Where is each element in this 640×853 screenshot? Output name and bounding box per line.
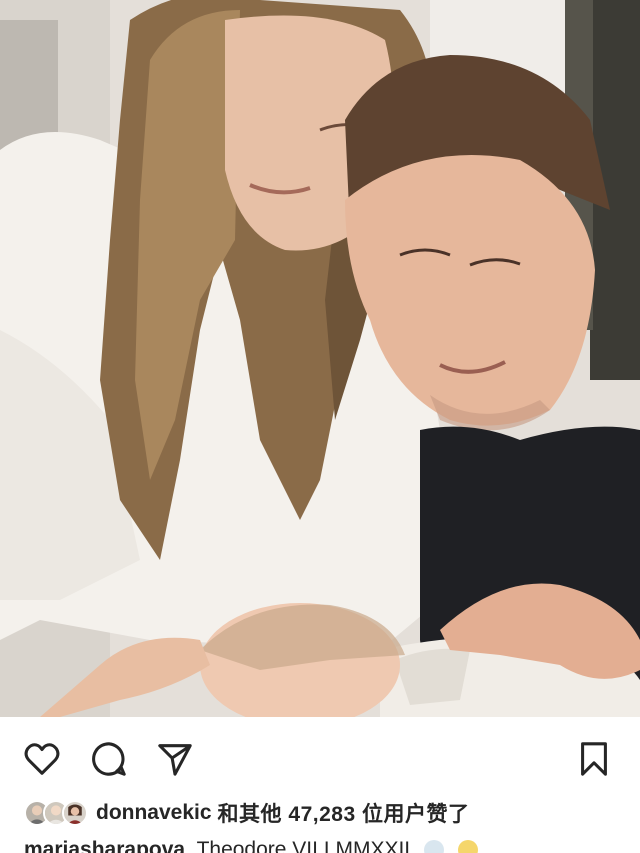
share-button[interactable] — [155, 739, 195, 779]
like-button[interactable] — [22, 739, 62, 779]
heart-icon — [24, 743, 60, 775]
post-caption: mariasharapova Theodore VII.I.MMXXII — [24, 838, 478, 853]
caption-text: Theodore VII.I.MMXXII — [196, 838, 411, 853]
liker-avatars[interactable] — [24, 800, 88, 826]
post-photo[interactable] — [0, 0, 640, 717]
baby-bottle-icon — [424, 840, 444, 853]
likes-prefix: 和其他 — [217, 803, 283, 826]
bookmark-icon — [581, 742, 607, 776]
paper-plane-icon — [158, 744, 192, 776]
comment-bubble-icon — [92, 742, 126, 776]
avatar — [62, 800, 88, 826]
caption-username[interactable]: mariasharapova — [24, 838, 185, 853]
post-photo-illustration — [0, 0, 640, 717]
likes-count: 47,283 — [288, 803, 356, 826]
action-bar — [0, 717, 640, 797]
likes-row: donnavekic 和其他 47,283 位用户赞了 — [24, 797, 469, 829]
likes-suffix: 位用户赞了 — [361, 803, 470, 826]
likes-summary[interactable]: 和其他 47,283 位用户赞了 — [218, 798, 470, 828]
save-button[interactable] — [574, 739, 614, 779]
liker-username[interactable]: donnavekic — [96, 801, 212, 825]
comment-button[interactable] — [89, 739, 129, 779]
hatching-chick-icon — [457, 840, 478, 853]
